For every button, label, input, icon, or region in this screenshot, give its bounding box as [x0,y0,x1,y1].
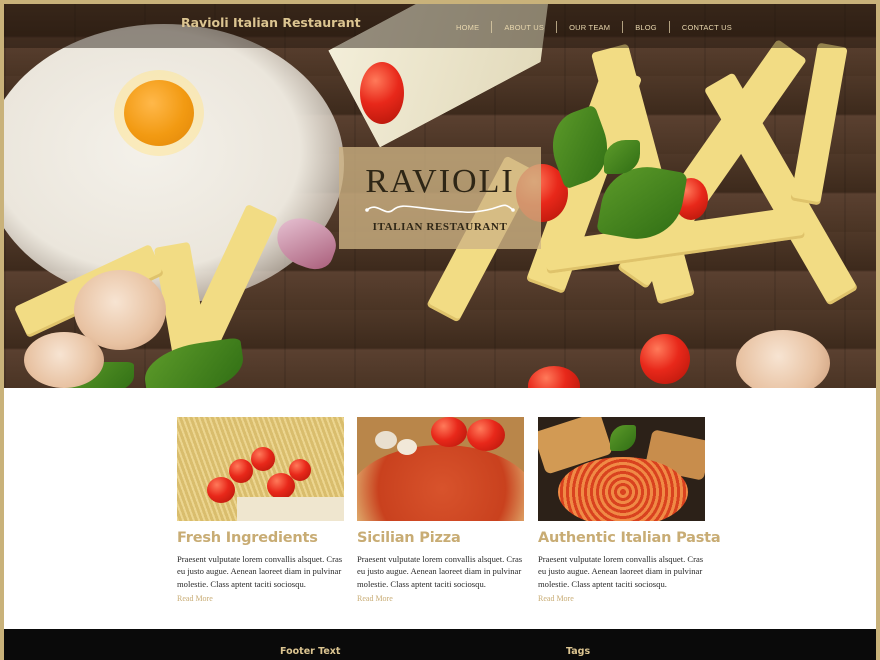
nav-blog[interactable]: BLOG [623,23,669,32]
hero-logo: RAVIOLI ITALIAN RESTAURANT [339,147,541,249]
mushroom-image [375,431,397,449]
tomato-image [360,62,404,124]
penne-pasta-image [237,497,344,521]
nav-about-us[interactable]: ABOUT US [492,23,556,32]
nav-home[interactable]: HOME [444,23,491,32]
read-more-link[interactable]: Read More [538,594,705,603]
card-text: Praesent vulputate lorem convallis alsqu… [538,554,704,589]
tomato-image [431,417,467,447]
italian-pasta-image[interactable] [538,417,705,521]
feature-card: Sicilian Pizza Praesent vulputate lorem … [357,417,524,603]
read-more-link[interactable]: Read More [177,594,344,603]
nav-contact-us[interactable]: CONTACT US [670,23,744,32]
main-nav: HOME ABOUT US OUR TEAM BLOG CONTACT US [444,21,744,33]
tomato-image [528,366,580,388]
feature-card: Authentic Italian Pasta Praesent vulputa… [538,417,721,603]
footer-text-heading: Footer Text [280,646,341,657]
card-text: Praesent vulputate lorem convallis alsqu… [357,554,523,589]
fresh-ingredients-image[interactable] [177,417,344,521]
card-title[interactable]: Authentic Italian Pasta [538,530,721,546]
herb-garnish-image [610,425,636,451]
header-bar: Ravioli Italian Restaurant HOME ABOUT US… [4,4,876,48]
hero-banner: Ravioli Italian Restaurant HOME ABOUT US… [4,4,876,388]
pizza-image [357,445,524,521]
flourish-ornament-icon [365,204,515,214]
feature-card: Fresh Ingredients Praesent vulputate lor… [177,417,344,603]
egg-yolk-image [124,80,194,146]
hero-logo-title: RAVIOLI [365,163,515,200]
card-title[interactable]: Sicilian Pizza [357,530,524,546]
hero-logo-subtitle: ITALIAN RESTAURANT [372,221,508,233]
eggshell-image [736,330,830,388]
mushroom-image [397,439,417,455]
card-title[interactable]: Fresh Ingredients [177,530,344,546]
site-title[interactable]: Ravioli Italian Restaurant [181,15,361,30]
tomato-image [251,447,275,471]
spaghetti-image [558,457,688,521]
nav-our-team[interactable]: OUR TEAM [557,23,622,32]
tomato-image [207,477,235,503]
tomato-image [467,419,505,451]
eggshell-image [24,332,104,388]
sicilian-pizza-image[interactable] [357,417,524,521]
tomato-image [640,334,690,384]
basil-leaf-image [141,337,247,388]
tomato-image [289,459,311,481]
read-more-link[interactable]: Read More [357,594,524,603]
card-text: Praesent vulputate lorem convallis alsqu… [177,554,343,589]
page: Ravioli Italian Restaurant HOME ABOUT US… [4,4,876,660]
footer: Footer Text Tags [4,629,876,660]
tomato-image [229,459,253,483]
footer-tags-heading: Tags [566,646,591,657]
